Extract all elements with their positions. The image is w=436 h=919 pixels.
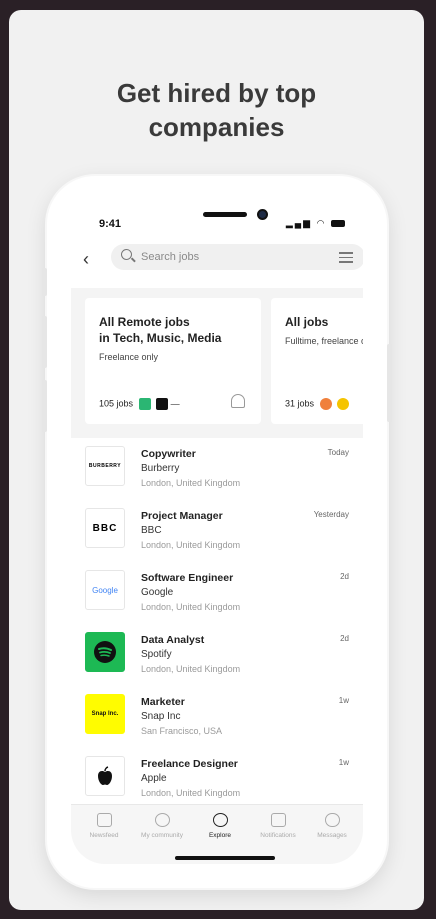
job-row[interactable]: BBC Project Manager BBC London, United K… <box>71 502 363 564</box>
job-posted: 1w <box>338 758 349 767</box>
featured-card-title-line: All jobs <box>285 315 329 329</box>
featured-card-all[interactable]: All jobs Fulltime, freelance or 31 jobs <box>271 298 363 424</box>
google-logo: Google <box>85 570 125 610</box>
job-title: Software Engineer <box>141 572 234 584</box>
featured-card-count: 105 jobs — <box>99 398 180 410</box>
phone-button <box>42 268 47 296</box>
spotify-icon <box>94 641 116 663</box>
home-icon <box>96 813 112 827</box>
job-company: Google <box>141 587 174 598</box>
signal-icon: ▂▄▆ <box>285 218 313 228</box>
job-location: London, United Kingdom <box>141 602 241 612</box>
job-posted: 2d <box>340 634 349 643</box>
featured-card-subtitle: Fulltime, freelance or <box>285 336 363 346</box>
featured-card-count: 31 jobs <box>285 398 350 410</box>
headline-line-2: companies <box>148 112 285 142</box>
home-indicator <box>175 856 275 860</box>
headline-line-1: Get hired by top <box>116 78 317 108</box>
phone-screen: 9:41 ▂▄▆ ◠ ‹ Search jobs All Remote jobs… <box>71 200 363 864</box>
search-icon <box>121 249 132 260</box>
featured-card-title: All jobs <box>285 314 363 330</box>
tab-label: Notifications <box>260 832 296 839</box>
tab-messages[interactable]: Messages <box>303 813 361 839</box>
featured-card-title-line: in Tech, Music, Media <box>99 331 222 345</box>
back-icon[interactable]: ‹ <box>83 249 89 270</box>
job-company: Burberry <box>141 463 180 474</box>
tab-notifications[interactable]: Notifications <box>249 813 307 839</box>
headline: Get hired by top companies <box>9 76 424 144</box>
job-title: Data Analyst <box>141 634 205 646</box>
featured-card-subtitle: Freelance only <box>99 352 159 362</box>
tab-newsfeed[interactable]: Newsfeed <box>75 813 133 839</box>
job-location: London, United Kingdom <box>141 478 241 488</box>
search-row: ‹ Search jobs <box>71 244 363 278</box>
job-location: London, United Kingdom <box>141 788 241 798</box>
job-count: 105 jobs <box>99 398 134 409</box>
spotify-logo <box>85 632 125 672</box>
promo-card: Get hired by top companies 9:41 ▂▄▆ ◠ ‹ <box>9 10 424 910</box>
search-placeholder: Search jobs <box>141 251 200 263</box>
apple-icon <box>98 766 112 785</box>
job-company: Apple <box>141 773 167 784</box>
search-input[interactable]: Search jobs <box>111 244 363 270</box>
company-logo-icon <box>138 398 151 410</box>
job-location: London, United Kingdom <box>141 664 241 674</box>
job-posted: 1w <box>338 696 349 705</box>
job-title: Marketer <box>141 696 185 708</box>
burberry-logo: BURBERRY <box>85 446 125 486</box>
phone-button <box>42 316 47 368</box>
tab-my-community[interactable]: My community <box>133 813 191 839</box>
tab-label: My community <box>141 832 183 839</box>
phone-button <box>387 344 392 422</box>
featured-card-title-line: All Remote jobs <box>99 315 190 329</box>
job-title: Copywriter <box>141 448 196 460</box>
company-logo-icon <box>337 398 350 410</box>
featured-cards: All Remote jobs in Tech, Music, Media Fr… <box>71 288 363 438</box>
job-location: London, United Kingdom <box>141 540 241 550</box>
company-logo-icon <box>319 398 332 410</box>
status-icons: ▂▄▆ ◠ <box>286 218 345 229</box>
more-icon: — <box>170 398 180 409</box>
job-posted: 2d <box>340 572 349 581</box>
community-icon <box>154 813 170 827</box>
phone-frame: 9:41 ▂▄▆ ◠ ‹ Search jobs All Remote jobs… <box>42 176 392 888</box>
speaker <box>203 212 247 217</box>
job-row[interactable]: Snap Inc. Marketer Snap Inc San Francisc… <box>71 688 363 750</box>
job-company: Snap Inc <box>141 711 181 722</box>
job-company: Spotify <box>141 649 172 660</box>
snap-logo: Snap Inc. <box>85 694 125 734</box>
filter-icon[interactable] <box>339 252 353 263</box>
job-posted: Today <box>327 448 349 457</box>
camera <box>257 209 268 220</box>
apple-logo <box>85 756 125 796</box>
featured-card-remote[interactable]: All Remote jobs in Tech, Music, Media Fr… <box>85 298 261 424</box>
tab-label: Explore <box>208 832 232 839</box>
status-time: 9:41 <box>99 218 122 230</box>
job-title: Freelance Designer <box>141 758 238 770</box>
messages-icon <box>324 813 340 827</box>
wifi-icon: ◠ <box>316 218 327 228</box>
job-location: San Francisco, USA <box>141 726 223 736</box>
job-row[interactable]: Data Analyst Spotify London, United King… <box>71 626 363 688</box>
search-icon <box>212 813 228 827</box>
battery-icon <box>331 220 345 228</box>
bbc-logo: BBC <box>85 508 125 548</box>
job-row[interactable]: BURBERRY Copywriter Burberry London, Uni… <box>71 440 363 502</box>
job-row[interactable]: Google Software Engineer Google London, … <box>71 564 363 626</box>
job-row[interactable]: Freelance Designer Apple London, United … <box>71 750 363 812</box>
job-company: BBC <box>141 525 162 536</box>
phone-button <box>42 380 47 432</box>
tab-label: Messages <box>317 832 347 839</box>
tab-bar: Newsfeed My community Explore Notificati… <box>71 804 363 864</box>
featured-card-title: All Remote jobs in Tech, Music, Media <box>99 314 249 346</box>
job-count: 31 jobs <box>285 398 315 409</box>
company-logo-icon <box>156 398 169 410</box>
tab-explore[interactable]: Explore <box>191 813 249 839</box>
notification-icon <box>270 813 286 827</box>
tab-label: Newsfeed <box>89 832 119 839</box>
status-bar: 9:41 ▂▄▆ ◠ <box>71 200 363 236</box>
bell-icon[interactable] <box>231 394 245 408</box>
job-posted: Yesterday <box>313 510 349 519</box>
job-title: Project Manager <box>141 510 223 522</box>
